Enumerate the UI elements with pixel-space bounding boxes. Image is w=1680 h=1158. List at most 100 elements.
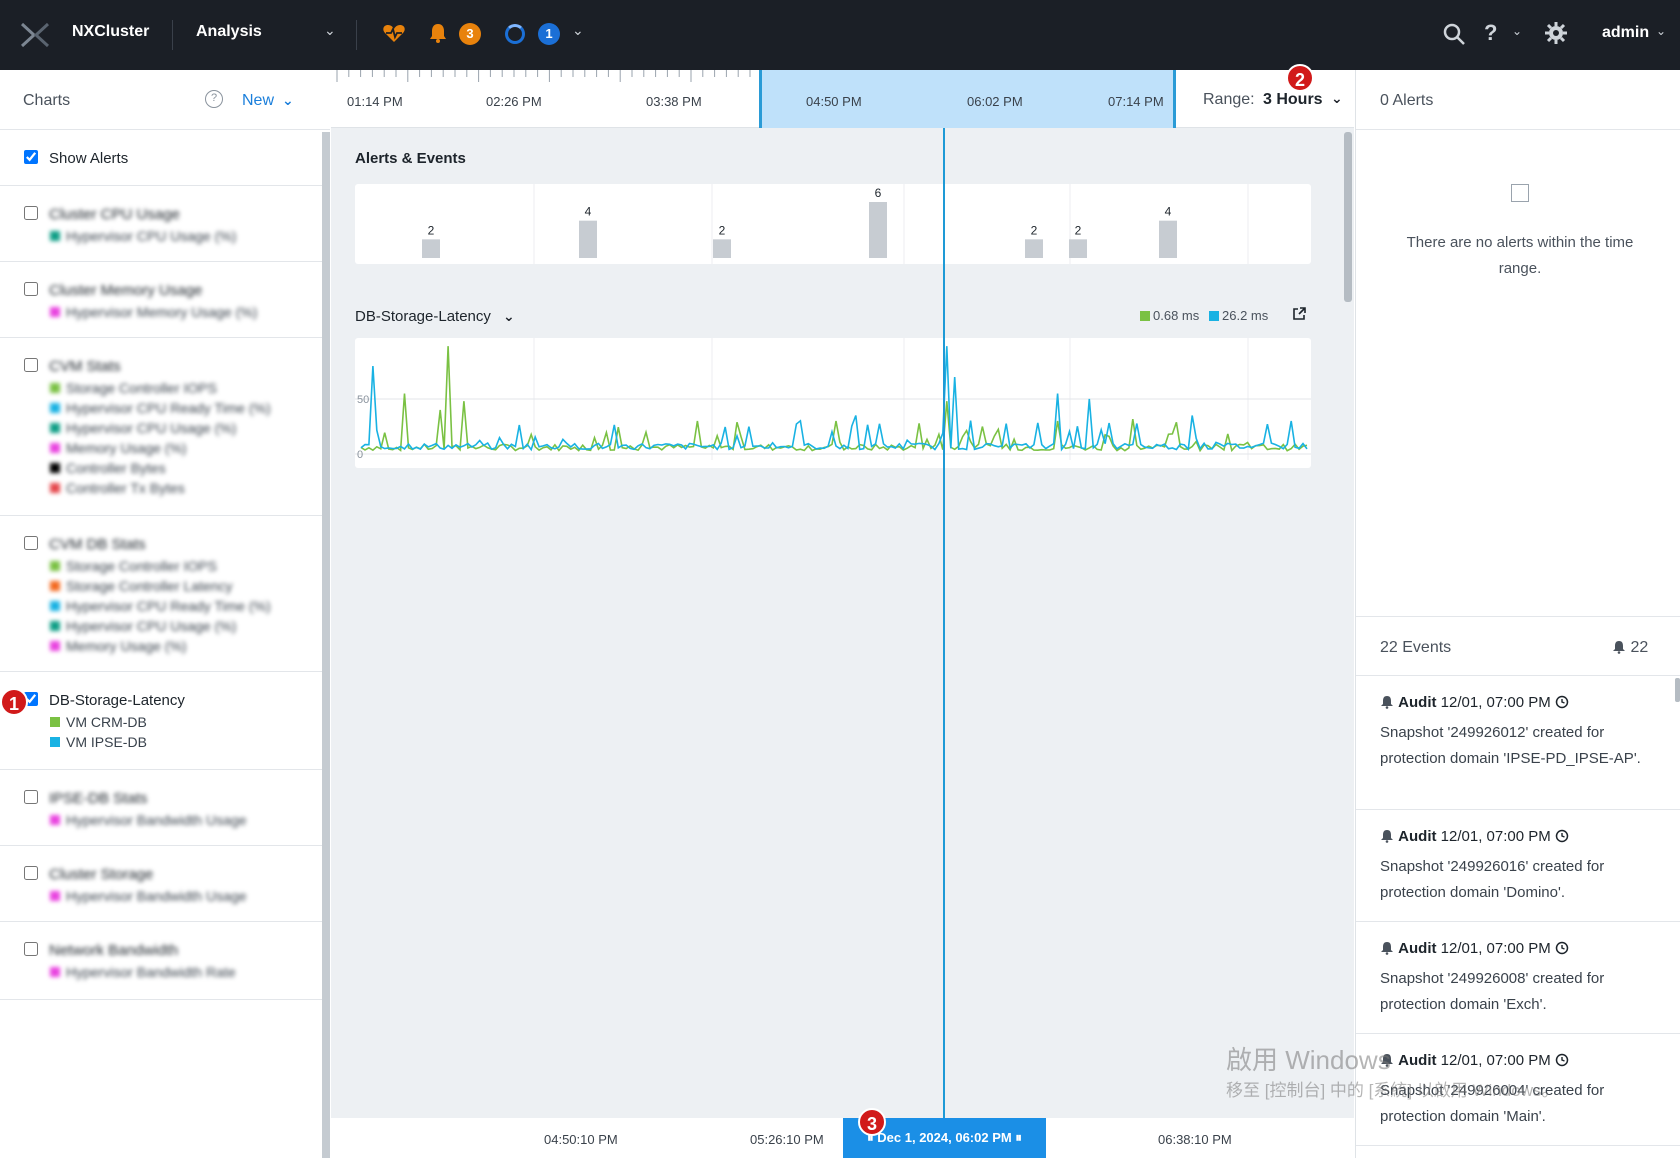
chevron-down-icon[interactable]: ⌄ <box>572 22 584 39</box>
bottom-time-label: 04:50:10 PM <box>544 1132 618 1147</box>
event-description: Snapshot '249926016' created for protect… <box>1380 858 1605 901</box>
chart-item[interactable]: Cluster Memory Usage Hypervisor Memory Us… <box>0 262 322 338</box>
chart-checkbox[interactable] <box>24 536 38 550</box>
show-alerts-row[interactable]: Show Alerts <box>0 130 322 186</box>
broken-image-icon <box>1511 184 1529 202</box>
chart-item[interactable]: IPSE-DB Stats Hypervisor Bandwidth Usage <box>0 770 322 846</box>
divider <box>172 20 173 50</box>
event-description: Snapshot '249926012' created for protect… <box>1380 724 1641 767</box>
chart-series: Storage Controller IOPS <box>50 380 217 396</box>
alerts-count-badge[interactable]: 3 <box>459 23 481 45</box>
series-label: Controller Bytes <box>66 460 166 476</box>
nutanix-logo-icon[interactable] <box>20 22 50 48</box>
series-label: Memory Usage (%) <box>66 638 187 654</box>
event-bar <box>1159 220 1177 258</box>
alerts-count-title: 0 Alerts <box>1380 92 1434 109</box>
chart-checkbox[interactable] <box>24 790 38 804</box>
bell-icon <box>1381 696 1393 709</box>
windows-watermark: 啟用 Windows <box>1226 1045 1391 1075</box>
cursor-time-text: Dec 1, 2024, 06:02 PM <box>877 1130 1012 1145</box>
clock-icon[interactable] <box>1555 695 1569 709</box>
latency-svg: 0 50 <box>355 338 1311 461</box>
chart-item-name: Cluster CPU Usage <box>49 206 180 223</box>
chart-item-name: IPSE-DB Stats <box>49 790 148 807</box>
chart-series: Hypervisor CPU Usage (%) <box>50 228 236 244</box>
y-tick-label: 0 <box>357 449 363 461</box>
chart-item[interactable]: CVM DB Stats Storage Controller IOPS Stora… <box>0 516 322 672</box>
series-line-crm-db <box>360 346 1308 453</box>
latency-chart-title[interactable]: DB-Storage-Latency <box>355 308 491 325</box>
clock-icon[interactable] <box>1555 829 1569 843</box>
chevron-down-icon[interactable]: ⌄ <box>324 22 336 39</box>
annotation-marker-1: 1 <box>0 688 28 716</box>
chevron-down-icon[interactable]: ⌄ <box>503 308 515 325</box>
chart-checkbox[interactable] <box>24 866 38 880</box>
chart-item-name: DB-Storage-Latency <box>49 692 185 709</box>
events-bell-count: 22 <box>1612 639 1648 657</box>
show-alerts-checkbox[interactable] <box>24 150 38 164</box>
chevron-down-icon[interactable]: ⌄ <box>1656 24 1666 38</box>
clock-icon[interactable] <box>1555 941 1569 955</box>
series-color-swatch <box>50 463 60 473</box>
chart-item[interactable]: Network Bandwidth Hypervisor Bandwidth Ra… <box>0 922 322 1000</box>
section-selector[interactable]: Analysis <box>196 23 262 41</box>
chart-checkbox[interactable] <box>24 942 38 956</box>
chart-item[interactable]: DB-Storage-Latency VM CRM-DB VM IPSE-DB <box>0 672 322 770</box>
chart-series: Hypervisor CPU Ready Time (%) <box>50 598 271 614</box>
divider <box>356 20 357 50</box>
clock-icon[interactable] <box>1555 1053 1569 1067</box>
health-heart-icon[interactable] <box>382 22 406 44</box>
bell-icon <box>1613 641 1625 654</box>
tasks-count-badge[interactable]: 1 <box>538 23 560 45</box>
chart-series: Hypervisor CPU Ready Time (%) <box>50 400 271 416</box>
alerts-bell-icon[interactable] <box>428 22 448 44</box>
series-color-swatch <box>50 717 60 727</box>
search-icon[interactable] <box>1442 22 1466 46</box>
chart-checkbox[interactable] <box>24 358 38 372</box>
event-bar-label: 2 <box>1075 223 1082 237</box>
windows-watermark-sub: 移至 [控制台] 中的 [系統] 以啟用 Windows。 <box>1226 1081 1559 1100</box>
chevron-down-icon[interactable]: ⌄ <box>1512 24 1522 38</box>
chart-item[interactable]: CVM Stats Storage Controller IOPS Hypervis… <box>0 338 322 516</box>
center-scrollbar[interactable] <box>1344 132 1352 302</box>
event-bar-label: 6 <box>875 186 882 200</box>
event-header: Audit 12/01, 07:00 PM <box>1380 828 1569 845</box>
event-type: Audit <box>1398 940 1437 957</box>
series-label: Storage Controller IOPS <box>66 380 217 396</box>
chevron-down-icon[interactable]: ⌄ <box>282 92 294 109</box>
chart-item[interactable]: Cluster Storage Hypervisor Bandwidth Usag… <box>0 846 322 922</box>
chart-series: Storage Controller Latency <box>50 578 233 594</box>
event-item[interactable]: Audit 12/01, 07:00 PM Snapshot '24992601… <box>1356 676 1680 810</box>
time-cursor-line[interactable] <box>943 128 945 1158</box>
event-item[interactable]: Audit 12/01, 07:00 PM Snapshot '24992600… <box>1356 922 1680 1034</box>
help-icon[interactable]: ? <box>1484 20 1497 46</box>
tasks-progress-icon[interactable] <box>505 24 525 44</box>
left-scrollbar[interactable] <box>322 132 330 1158</box>
external-link-icon[interactable] <box>1292 307 1306 321</box>
legend-label: 0.68 ms <box>1153 308 1200 323</box>
series-color-swatch <box>50 561 60 571</box>
event-type: Audit <box>1398 694 1437 711</box>
chart-series: Controller Tx Bytes <box>50 480 185 496</box>
legend-item-ipse: 26.2 ms <box>1209 308 1268 323</box>
chart-checkbox[interactable] <box>24 282 38 296</box>
event-item[interactable]: Audit 12/01, 07:00 PM Snapshot '24992601… <box>1356 810 1680 922</box>
cluster-name[interactable]: NXCluster <box>72 23 149 41</box>
series-color-swatch <box>50 307 60 317</box>
annotation-marker-3: 3 <box>858 1108 886 1136</box>
event-bar-label: 4 <box>1165 205 1172 219</box>
series-label: Hypervisor CPU Usage (%) <box>66 228 237 244</box>
new-chart-button[interactable]: New <box>242 92 274 110</box>
chart-series: VM IPSE-DB <box>50 734 147 750</box>
series-label: Hypervisor Bandwidth Usage <box>66 812 247 828</box>
chart-checkbox[interactable] <box>24 206 38 220</box>
range-selector[interactable]: 3 Hours <box>1263 91 1323 109</box>
gear-icon[interactable] <box>1544 21 1568 45</box>
chevron-down-icon[interactable]: ⌄ <box>1331 90 1343 107</box>
user-menu[interactable]: admin <box>1602 24 1649 42</box>
chart-item-name: Cluster Memory Usage <box>49 282 203 299</box>
help-icon[interactable]: ? <box>205 90 223 108</box>
time-range-bar[interactable]: 01:14 PM 02:26 PM 03:38 PM 04:50 PM 06:0… <box>331 64 1354 128</box>
event-bar <box>579 220 597 258</box>
chart-item[interactable]: Cluster CPU Usage Hypervisor CPU Usage (%… <box>0 186 322 262</box>
